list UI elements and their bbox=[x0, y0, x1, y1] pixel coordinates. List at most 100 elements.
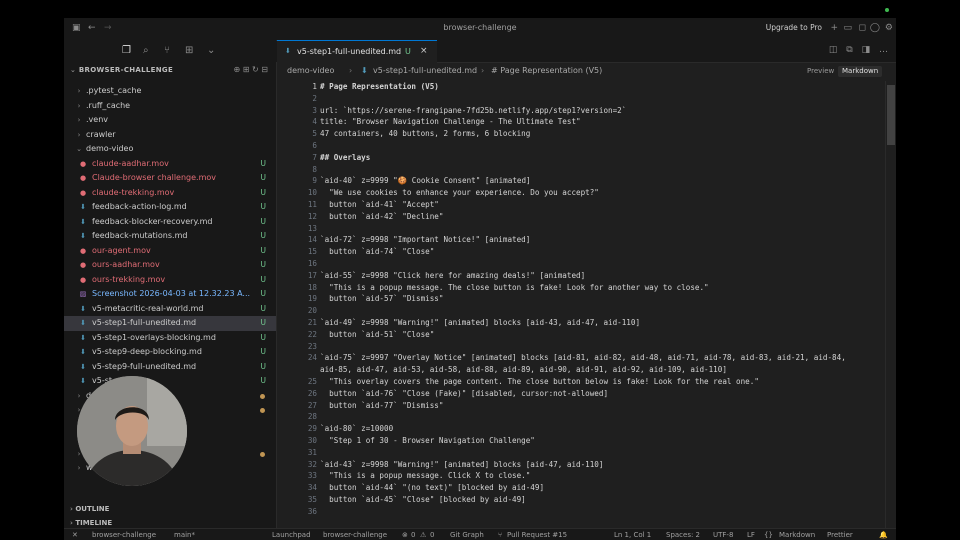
file-tree-item[interactable]: ⌄ demo-video bbox=[64, 142, 276, 157]
code-line[interactable]: 23 bbox=[277, 341, 896, 353]
file-tree-item[interactable]: ⬇ v5-step9-full-unedited.md U bbox=[64, 360, 276, 375]
code-line[interactable]: 36 bbox=[277, 506, 896, 518]
file-tree-item[interactable]: ● ours-aadhar.mov U bbox=[64, 258, 276, 273]
code-line[interactable]: 19 button `aid-57` "Dismiss" bbox=[277, 293, 896, 305]
file-tree-item[interactable]: ⬇ v5-metacritic-real-world.md U bbox=[64, 302, 276, 317]
code-line[interactable]: 18 "This is a popup message. The close b… bbox=[277, 282, 896, 294]
code-line[interactable]: 25 "This overlay covers the page content… bbox=[277, 376, 896, 388]
search-icon[interactable]: ⌕ bbox=[143, 45, 149, 57]
code-line[interactable]: 15 button `aid-74` "Close" bbox=[277, 246, 896, 258]
upgrade-button[interactable]: Upgrade to Pro bbox=[766, 23, 822, 32]
refresh-icon[interactable]: ↻ bbox=[252, 65, 259, 74]
file-tree-item[interactable]: ● claude-trekking.mov U bbox=[64, 186, 276, 201]
chevron-down-icon[interactable]: ⌄ bbox=[207, 45, 215, 57]
preview-toggle[interactable]: Preview bbox=[803, 66, 838, 77]
code-line[interactable]: 6 bbox=[277, 140, 896, 152]
file-tree-item[interactable]: ▨ Screenshot 2026-04-03 at 12.32.23 A... U bbox=[64, 287, 276, 302]
code-line[interactable]: 35 button `aid-45` "Close" [blocked by a… bbox=[277, 494, 896, 506]
status-spaces[interactable]: Spaces: 2 bbox=[666, 529, 700, 540]
code-line[interactable]: 13 bbox=[277, 223, 896, 235]
code-line[interactable]: 33 "This is a popup message. Click X to … bbox=[277, 470, 896, 482]
code-line[interactable]: 14 `aid-72` z=9998 "Important Notice!" [a… bbox=[277, 234, 896, 246]
code-line[interactable]: 17 `aid-55` z=9998 "Click here for amazin… bbox=[277, 270, 896, 282]
code-line[interactable]: 28 bbox=[277, 411, 896, 423]
file-tree-item[interactable]: ⬇ v5-step1-overlays-blocking.md U bbox=[64, 331, 276, 346]
code-line[interactable]: 11 button `aid-41` "Accept" bbox=[277, 199, 896, 211]
code-line[interactable]: 26 button `aid-76` "Close (Fake)" [disab… bbox=[277, 388, 896, 400]
status-warnings[interactable]: 0 bbox=[430, 529, 434, 540]
code-line[interactable]: 20 bbox=[277, 305, 896, 317]
breadcrumb-folder[interactable]: demo-video bbox=[287, 63, 334, 79]
code-line[interactable]: 24 `aid-75` z=9997 "Overlay Notice" [anim… bbox=[277, 352, 896, 364]
file-tree-item[interactable]: ● our-agent.mov U bbox=[64, 244, 276, 259]
problems-icon[interactable]: ⊗ bbox=[402, 529, 408, 540]
file-tree-item[interactable]: ● claude-aadhar.mov U bbox=[64, 157, 276, 172]
collapse-all-icon[interactable]: ⊟ bbox=[261, 65, 268, 74]
explorer-icon[interactable]: ❐ bbox=[122, 45, 131, 57]
chevron-down-icon[interactable]: ⌄ bbox=[74, 142, 84, 157]
file-tree-item[interactable]: › .pytest_cache bbox=[64, 84, 276, 99]
markdown-toggle[interactable]: Markdown bbox=[838, 66, 883, 77]
status-language[interactable]: Markdown bbox=[779, 529, 815, 540]
file-tree-item[interactable]: ● Claude-browser challenge.mov U bbox=[64, 171, 276, 186]
editor-scrollbar[interactable] bbox=[885, 81, 896, 528]
breadcrumb-file[interactable]: v5-step1-full-unedited.md bbox=[373, 63, 477, 79]
code-line[interactable]: 5 47 containers, 40 buttons, 2 forms, 6 b… bbox=[277, 128, 896, 140]
remote-icon[interactable]: ✕ bbox=[72, 529, 78, 540]
code-view[interactable]: 1 # Page Representation (V5) 2 3 url: `https… bbox=[277, 81, 896, 528]
account-icon[interactable]: ◯ bbox=[870, 22, 880, 34]
code-line[interactable]: 21 `aid-49` z=9998 "Warning!" [animated] … bbox=[277, 317, 896, 329]
status-eol[interactable]: LF bbox=[747, 529, 755, 540]
tab-v5-step1-full-unedited[interactable]: ⬇ v5-step1-full-unedited.md U × bbox=[277, 40, 437, 63]
code-line[interactable]: 1 # Page Representation (V5) bbox=[277, 81, 896, 93]
code-line[interactable]: 34 button `aid-44` "(no text)" [blocked … bbox=[277, 482, 896, 494]
chevron-right-icon[interactable]: › bbox=[74, 128, 84, 143]
file-tree-item[interactable]: › .venv bbox=[64, 113, 276, 128]
code-line[interactable]: 10 "We use cookies to enhance your exper… bbox=[277, 187, 896, 199]
chat-icon[interactable]: ◻ bbox=[859, 22, 866, 34]
status-gitgraph[interactable]: Git Graph bbox=[450, 529, 484, 540]
extensions-icon[interactable]: ⊞ bbox=[185, 45, 193, 57]
code-line[interactable]: 12 button `aid-42` "Decline" bbox=[277, 211, 896, 223]
file-tree-item[interactable]: ⬇v5-st...d.mdU bbox=[64, 374, 276, 389]
code-line[interactable]: 27 button `aid-77` "Dismiss" bbox=[277, 400, 896, 412]
more-actions-icon[interactable]: … bbox=[879, 45, 888, 55]
chevron-right-icon[interactable]: › bbox=[74, 84, 84, 99]
code-line[interactable]: aid-85, aid-47, aid-53, aid-58, aid-88, … bbox=[277, 364, 896, 376]
layout-icon[interactable]: ▭ bbox=[843, 22, 852, 34]
code-line[interactable]: 8 bbox=[277, 164, 896, 176]
status-branch[interactable]: main* bbox=[174, 529, 195, 540]
code-line[interactable]: 4 title: "Browser Navigation Challenge - … bbox=[277, 116, 896, 128]
code-line[interactable]: 9 `aid-40` z=9999 "🍪 Cookie Consent" [ani… bbox=[277, 175, 896, 187]
code-line[interactable]: 7 ## Overlays bbox=[277, 152, 896, 164]
notifications-icon[interactable]: 🔔 bbox=[879, 529, 888, 540]
status-problems[interactable]: 0 bbox=[411, 529, 415, 540]
close-tab-icon[interactable]: × bbox=[420, 46, 428, 56]
source-control-icon[interactable]: ⑂ bbox=[164, 45, 170, 57]
code-line[interactable]: 31 bbox=[277, 447, 896, 459]
status-workspace[interactable]: browser-challenge bbox=[323, 529, 387, 540]
compare-icon[interactable]: ⧉ bbox=[846, 45, 852, 55]
chevron-right-icon[interactable]: › bbox=[74, 389, 84, 404]
code-line[interactable]: 30 "Step 1 of 30 - Browser Navigation Ch… bbox=[277, 435, 896, 447]
file-tree-item[interactable]: ● ours-trekking.mov U bbox=[64, 273, 276, 288]
split-editor-icon[interactable]: ◨ bbox=[862, 45, 871, 55]
file-tree-item[interactable]: ⬇ v5-step9-deep-blocking.md U bbox=[64, 345, 276, 360]
settings-gear-icon[interactable]: ⚙ bbox=[885, 22, 893, 34]
outline-section[interactable]: › OUTLINE bbox=[64, 502, 276, 516]
status-repo[interactable]: browser-challenge bbox=[92, 529, 156, 540]
add-icon[interactable]: + bbox=[830, 22, 838, 34]
code-line[interactable]: 32 `aid-43` z=9998 "Warning!" [animated] … bbox=[277, 459, 896, 471]
status-prettier[interactable]: Prettier bbox=[827, 529, 853, 540]
status-position[interactable]: Ln 1, Col 1 bbox=[614, 529, 651, 540]
file-tree-item[interactable]: ⬇ v5-step1-full-unedited.md U bbox=[64, 316, 276, 331]
file-tree-item[interactable]: › .ruff_cache bbox=[64, 99, 276, 114]
new-folder-icon[interactable]: ⊞ bbox=[243, 65, 250, 74]
status-launchpad[interactable]: Launchpad bbox=[272, 529, 311, 540]
code-line[interactable]: 29 `aid-80` z=10000 bbox=[277, 423, 896, 435]
code-line[interactable]: 16 bbox=[277, 258, 896, 270]
open-preview-icon[interactable]: ◫ bbox=[829, 45, 838, 55]
warnings-icon[interactable]: ⚠ bbox=[420, 529, 426, 540]
code-line[interactable]: 2 bbox=[277, 93, 896, 105]
chevron-right-icon[interactable]: › bbox=[74, 113, 84, 128]
